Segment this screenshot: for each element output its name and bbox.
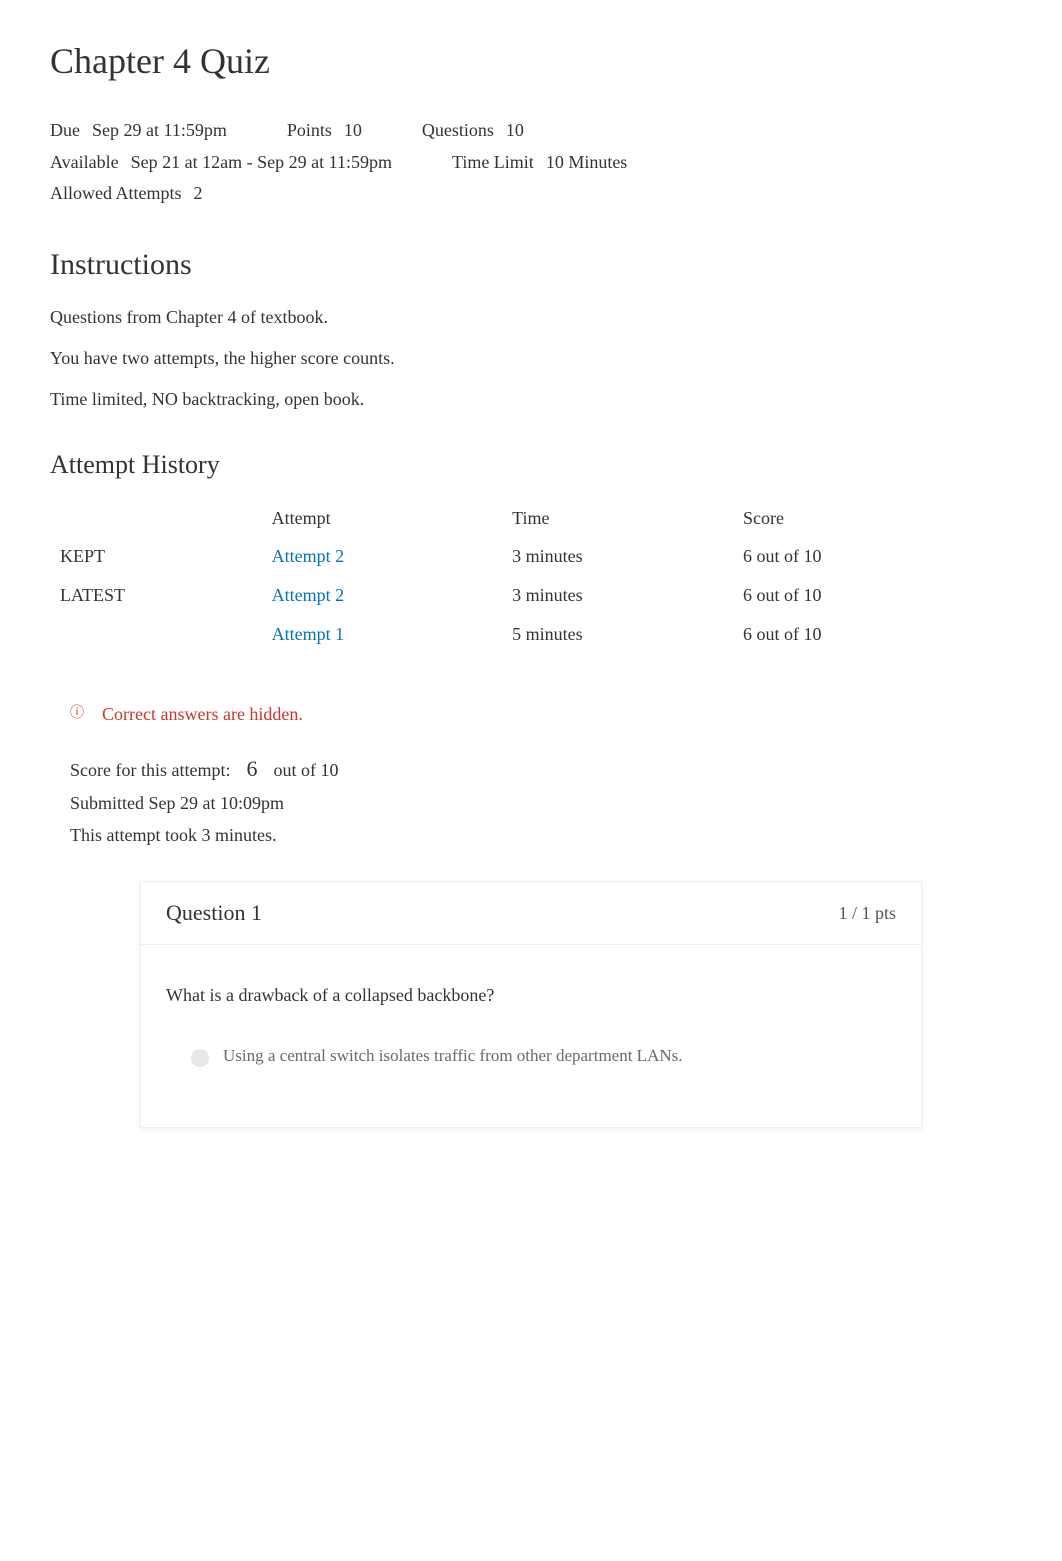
row-status: LATEST bbox=[50, 576, 262, 615]
table-row: KEPT Attempt 2 3 minutes 6 out of 10 bbox=[50, 537, 1012, 576]
question-prompt: What is a drawback of a collapsed backbo… bbox=[141, 945, 921, 1026]
meta-points-label: Points bbox=[287, 115, 332, 147]
hidden-answers-text: Correct answers are hidden. bbox=[102, 704, 303, 725]
instructions-line: You have two attempts, the higher score … bbox=[50, 348, 1012, 369]
meta-allowed-attempts-value: 2 bbox=[194, 178, 203, 210]
meta-time-limit-value: 10 Minutes bbox=[546, 147, 628, 179]
table-row: Attempt 1 5 minutes 6 out of 10 bbox=[50, 615, 1012, 654]
row-time: 3 minutes bbox=[502, 537, 733, 576]
info-icon: ⓘ bbox=[70, 707, 84, 721]
meta-points: Points 10 bbox=[287, 115, 362, 147]
row-score: 6 out of 10 bbox=[733, 615, 1012, 654]
quiz-meta: Due Sep 29 at 11:59pm Points 10 Question… bbox=[50, 107, 1012, 218]
row-time: 3 minutes bbox=[502, 576, 733, 615]
row-status: KEPT bbox=[50, 537, 262, 576]
radio-icon bbox=[191, 1049, 209, 1067]
instructions-line: Time limited, NO backtracking, open book… bbox=[50, 389, 1012, 410]
meta-due-value: Sep 29 at 11:59pm bbox=[92, 115, 227, 147]
question-title: Question 1 bbox=[166, 900, 262, 926]
attempt-history-heading: Attempt History bbox=[50, 450, 1012, 480]
col-status-header bbox=[50, 500, 262, 537]
meta-time-limit: Time Limit 10 Minutes bbox=[452, 147, 627, 179]
meta-questions-label: Questions bbox=[422, 115, 494, 147]
attempt-link[interactable]: Attempt 1 bbox=[272, 624, 345, 644]
score-summary: Score for this attempt: 6 out of 10 Subm… bbox=[50, 750, 1012, 852]
meta-available-label: Available bbox=[50, 147, 119, 179]
table-header-row: Attempt Time Score bbox=[50, 500, 1012, 537]
duration-line: This attempt took 3 minutes. bbox=[70, 820, 1012, 852]
instructions-line: Questions from Chapter 4 of textbook. bbox=[50, 307, 1012, 328]
attempt-link[interactable]: Attempt 2 bbox=[272, 585, 345, 605]
score-value: 6 bbox=[246, 750, 257, 789]
hidden-answers-notice: ⓘ Correct answers are hidden. bbox=[70, 704, 1012, 725]
meta-allowed-attempts: Allowed Attempts 2 bbox=[50, 178, 203, 210]
row-score: 6 out of 10 bbox=[733, 576, 1012, 615]
score-label: Score for this attempt: bbox=[70, 755, 230, 787]
instructions-heading: Instructions bbox=[50, 248, 1012, 282]
row-status bbox=[50, 615, 262, 654]
table-row: LATEST Attempt 2 3 minutes 6 out of 10 bbox=[50, 576, 1012, 615]
score-suffix: out of 10 bbox=[273, 755, 338, 787]
row-score: 6 out of 10 bbox=[733, 537, 1012, 576]
col-time-header: Time bbox=[502, 500, 733, 537]
answer-text: Using a central switch isolates traffic … bbox=[223, 1046, 683, 1066]
instructions-body: Questions from Chapter 4 of textbook. Yo… bbox=[50, 307, 1012, 410]
question-header: Question 1 1 / 1 pts bbox=[141, 882, 921, 945]
question-points: 1 / 1 pts bbox=[838, 903, 896, 924]
meta-points-value: 10 bbox=[344, 115, 362, 147]
row-time: 5 minutes bbox=[502, 615, 733, 654]
question-card: Question 1 1 / 1 pts What is a drawback … bbox=[140, 881, 922, 1128]
attempt-history-table: Attempt Time Score KEPT Attempt 2 3 minu… bbox=[50, 500, 1012, 654]
attempt-link[interactable]: Attempt 2 bbox=[272, 546, 345, 566]
meta-available-value: Sep 21 at 12am - Sep 29 at 11:59pm bbox=[131, 147, 392, 179]
answer-row: Using a central switch isolates traffic … bbox=[141, 1026, 921, 1127]
col-attempt-header: Attempt bbox=[262, 500, 503, 537]
meta-questions-value: 10 bbox=[506, 115, 524, 147]
meta-due-label: Due bbox=[50, 115, 80, 147]
submitted-line: Submitted Sep 29 at 10:09pm bbox=[70, 788, 1012, 820]
meta-questions: Questions 10 bbox=[422, 115, 524, 147]
page-title: Chapter 4 Quiz bbox=[50, 40, 1012, 82]
col-score-header: Score bbox=[733, 500, 1012, 537]
meta-due: Due Sep 29 at 11:59pm bbox=[50, 115, 227, 147]
meta-allowed-attempts-label: Allowed Attempts bbox=[50, 178, 182, 210]
meta-time-limit-label: Time Limit bbox=[452, 147, 534, 179]
meta-available: Available Sep 21 at 12am - Sep 29 at 11:… bbox=[50, 147, 392, 179]
